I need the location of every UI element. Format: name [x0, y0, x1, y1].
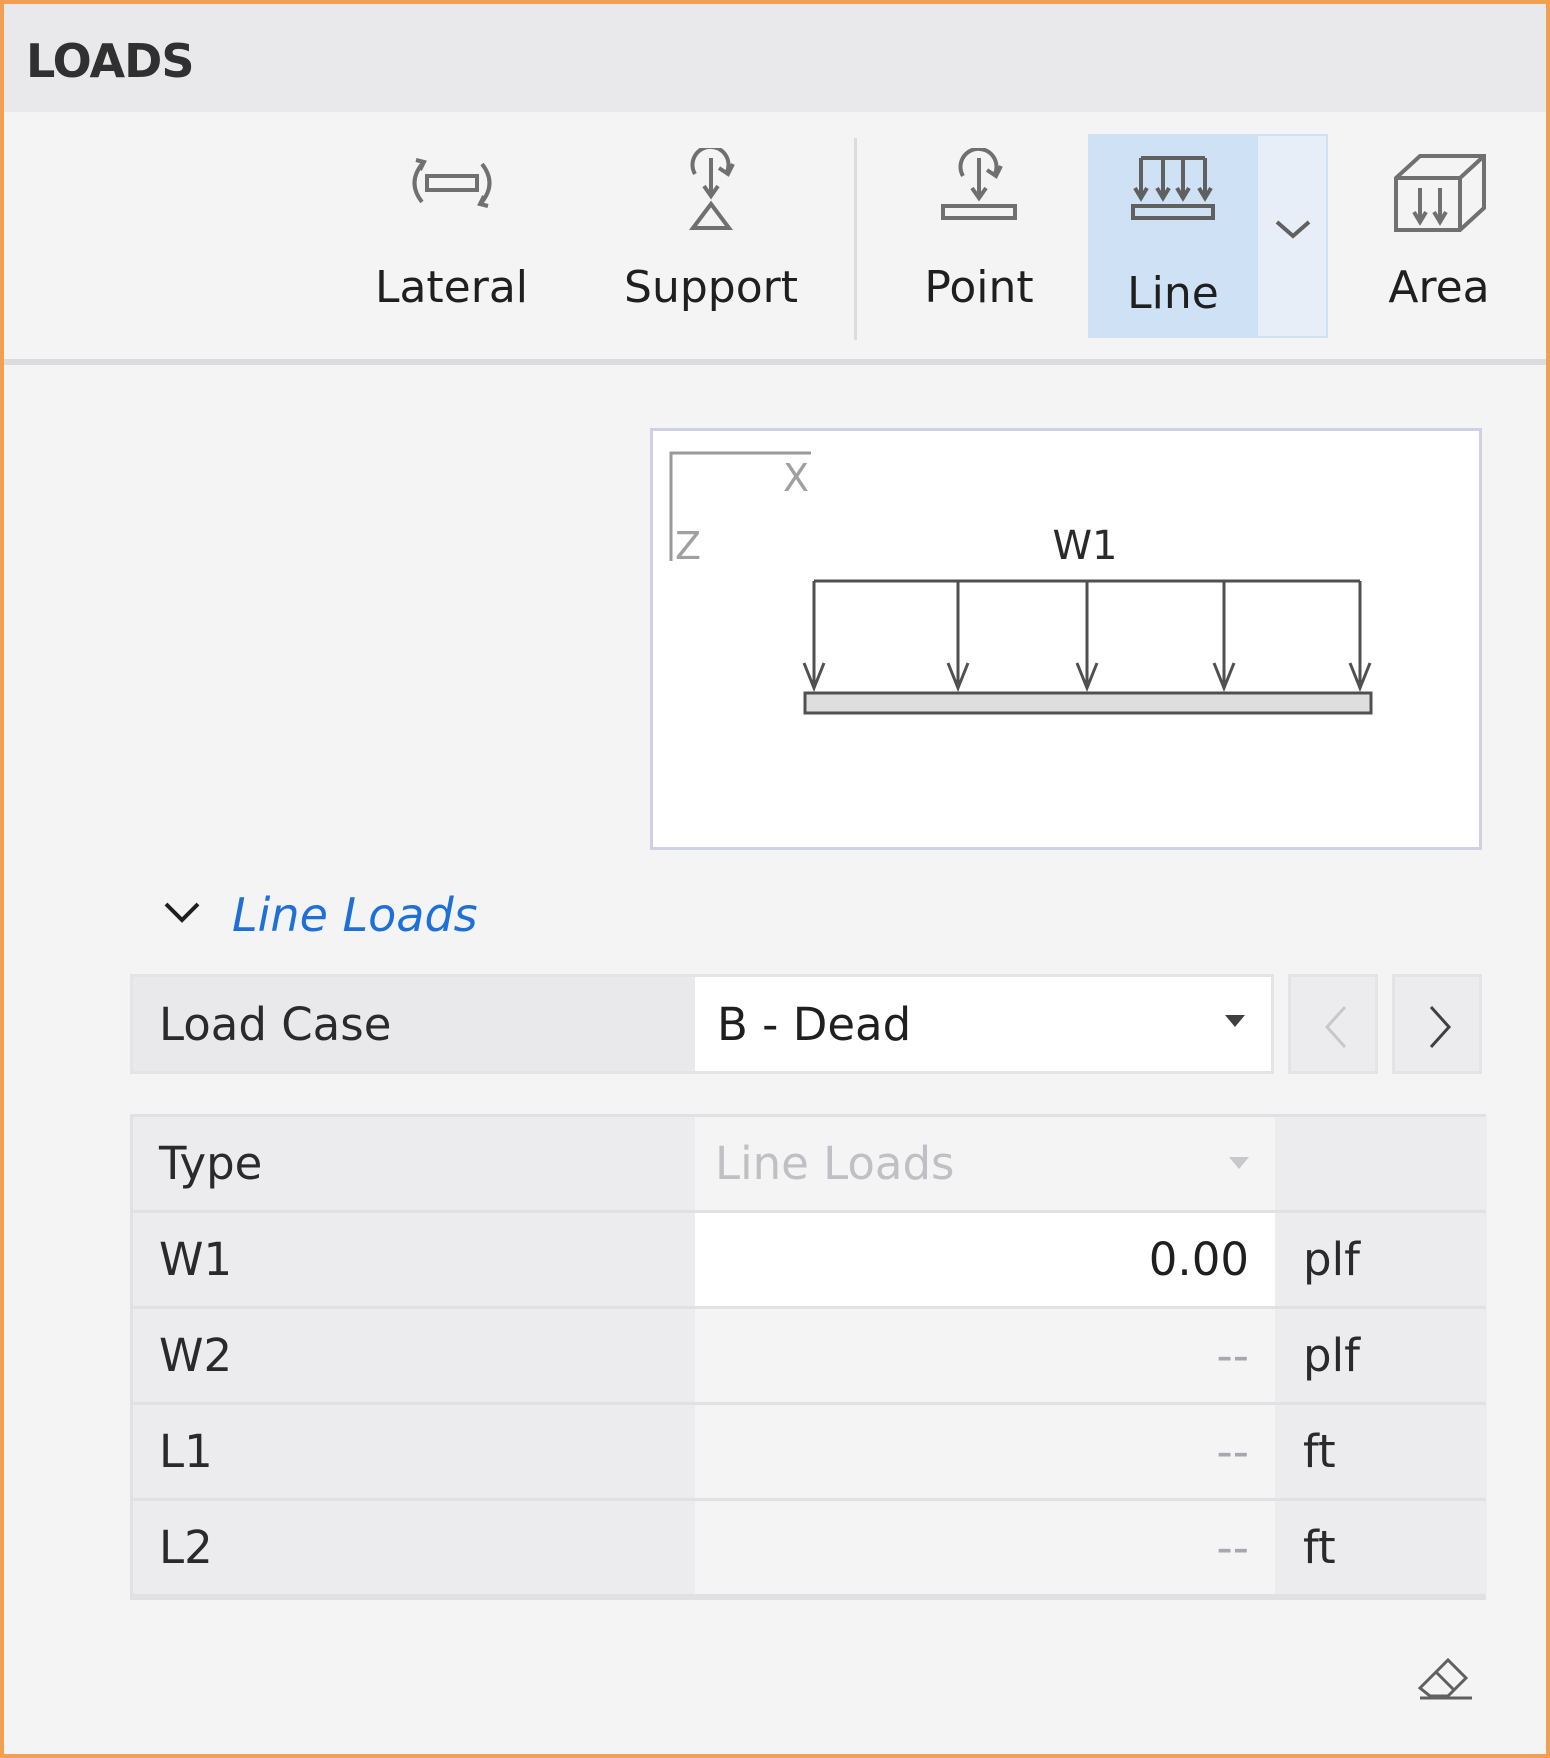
- beam-shape: [803, 691, 1373, 715]
- l2-unit: ft: [1279, 1501, 1487, 1594]
- chevron-left-icon: [1324, 1005, 1347, 1049]
- w2-row: W2 -- plf: [133, 1309, 1487, 1402]
- point-load-icon: [941, 148, 1017, 220]
- panel-title: LOADS: [26, 34, 194, 88]
- chevron-down-icon: [164, 902, 200, 923]
- type-value: Line Loads: [715, 1137, 955, 1190]
- w1-unit: plf: [1279, 1213, 1487, 1306]
- section-title: Line Loads: [232, 888, 478, 942]
- w1-input[interactable]: 0.00: [695, 1213, 1275, 1306]
- w1-row: W1 0.00 plf: [133, 1213, 1487, 1306]
- line-load-diagram: X Z W1: [650, 428, 1482, 850]
- eraser-icon[interactable]: [1414, 1652, 1478, 1702]
- l1-input[interactable]: --: [695, 1405, 1275, 1498]
- w2-unit: plf: [1279, 1309, 1487, 1402]
- next-load-case-button[interactable]: [1392, 974, 1482, 1074]
- w2-input[interactable]: --: [695, 1309, 1275, 1402]
- l1-row: L1 -- ft: [133, 1405, 1487, 1498]
- w2-label: W2: [159, 1329, 233, 1382]
- toolbar-separator: [854, 138, 857, 340]
- point-button[interactable]: Point: [884, 134, 1074, 338]
- l2-row: L2 -- ft: [133, 1501, 1487, 1594]
- load-case-row: Load Case B - Dead: [130, 974, 1274, 1074]
- lateral-load-icon: [412, 158, 491, 208]
- panel-header: LOADS: [4, 4, 1546, 112]
- w1-diagram-label: W1: [1053, 523, 1118, 569]
- line-label: Line: [1127, 268, 1219, 319]
- area-load-icon: [1394, 154, 1486, 232]
- dropdown-caret-icon: [1229, 1157, 1249, 1169]
- support-load-icon: [689, 148, 735, 230]
- line-load-properties-grid: Type Line Loads W1 0.00 plf W2 -- plf L1…: [130, 1114, 1487, 1600]
- l1-unit: ft: [1279, 1405, 1487, 1498]
- w1-label: W1: [159, 1233, 233, 1286]
- line-button[interactable]: Line: [1088, 134, 1258, 338]
- chevron-down-icon: [1275, 220, 1311, 239]
- axis-z-label: Z: [675, 524, 701, 568]
- type-row: Type Line Loads: [133, 1117, 1487, 1210]
- line-load-icon: [1131, 156, 1215, 220]
- support-label: Support: [624, 262, 798, 313]
- load-type-toolbar: Lateral Support Point Line Area: [4, 112, 1546, 365]
- type-dropdown: Line Loads: [695, 1117, 1275, 1210]
- type-label: Type: [159, 1137, 263, 1190]
- support-button[interactable]: Support: [616, 134, 806, 338]
- l2-input[interactable]: --: [695, 1501, 1275, 1594]
- area-label: Area: [1388, 262, 1490, 313]
- load-diagram-drawing: X Z W1: [669, 451, 1373, 715]
- type-unit: [1279, 1117, 1487, 1210]
- l1-label: L1: [159, 1425, 213, 1478]
- point-label: Point: [924, 262, 1034, 313]
- load-case-dropdown[interactable]: B - Dead: [695, 977, 1271, 1071]
- lateral-button[interactable]: Lateral: [364, 134, 539, 338]
- load-case-label: Load Case: [159, 997, 392, 1051]
- lateral-label: Lateral: [374, 262, 529, 313]
- previous-load-case-button[interactable]: [1288, 974, 1378, 1074]
- line-options-dropdown[interactable]: [1258, 134, 1328, 338]
- load-arrows: [802, 581, 1372, 693]
- loads-panel: LOADS Lateral Support Point Line Area X …: [4, 4, 1546, 1754]
- l2-label: L2: [159, 1521, 213, 1574]
- dropdown-caret-icon: [1225, 1015, 1245, 1027]
- axis-x-label: X: [783, 456, 809, 500]
- load-case-value: B - Dead: [717, 997, 912, 1051]
- chevron-right-icon: [1429, 1005, 1452, 1049]
- area-button[interactable]: Area: [1374, 134, 1504, 338]
